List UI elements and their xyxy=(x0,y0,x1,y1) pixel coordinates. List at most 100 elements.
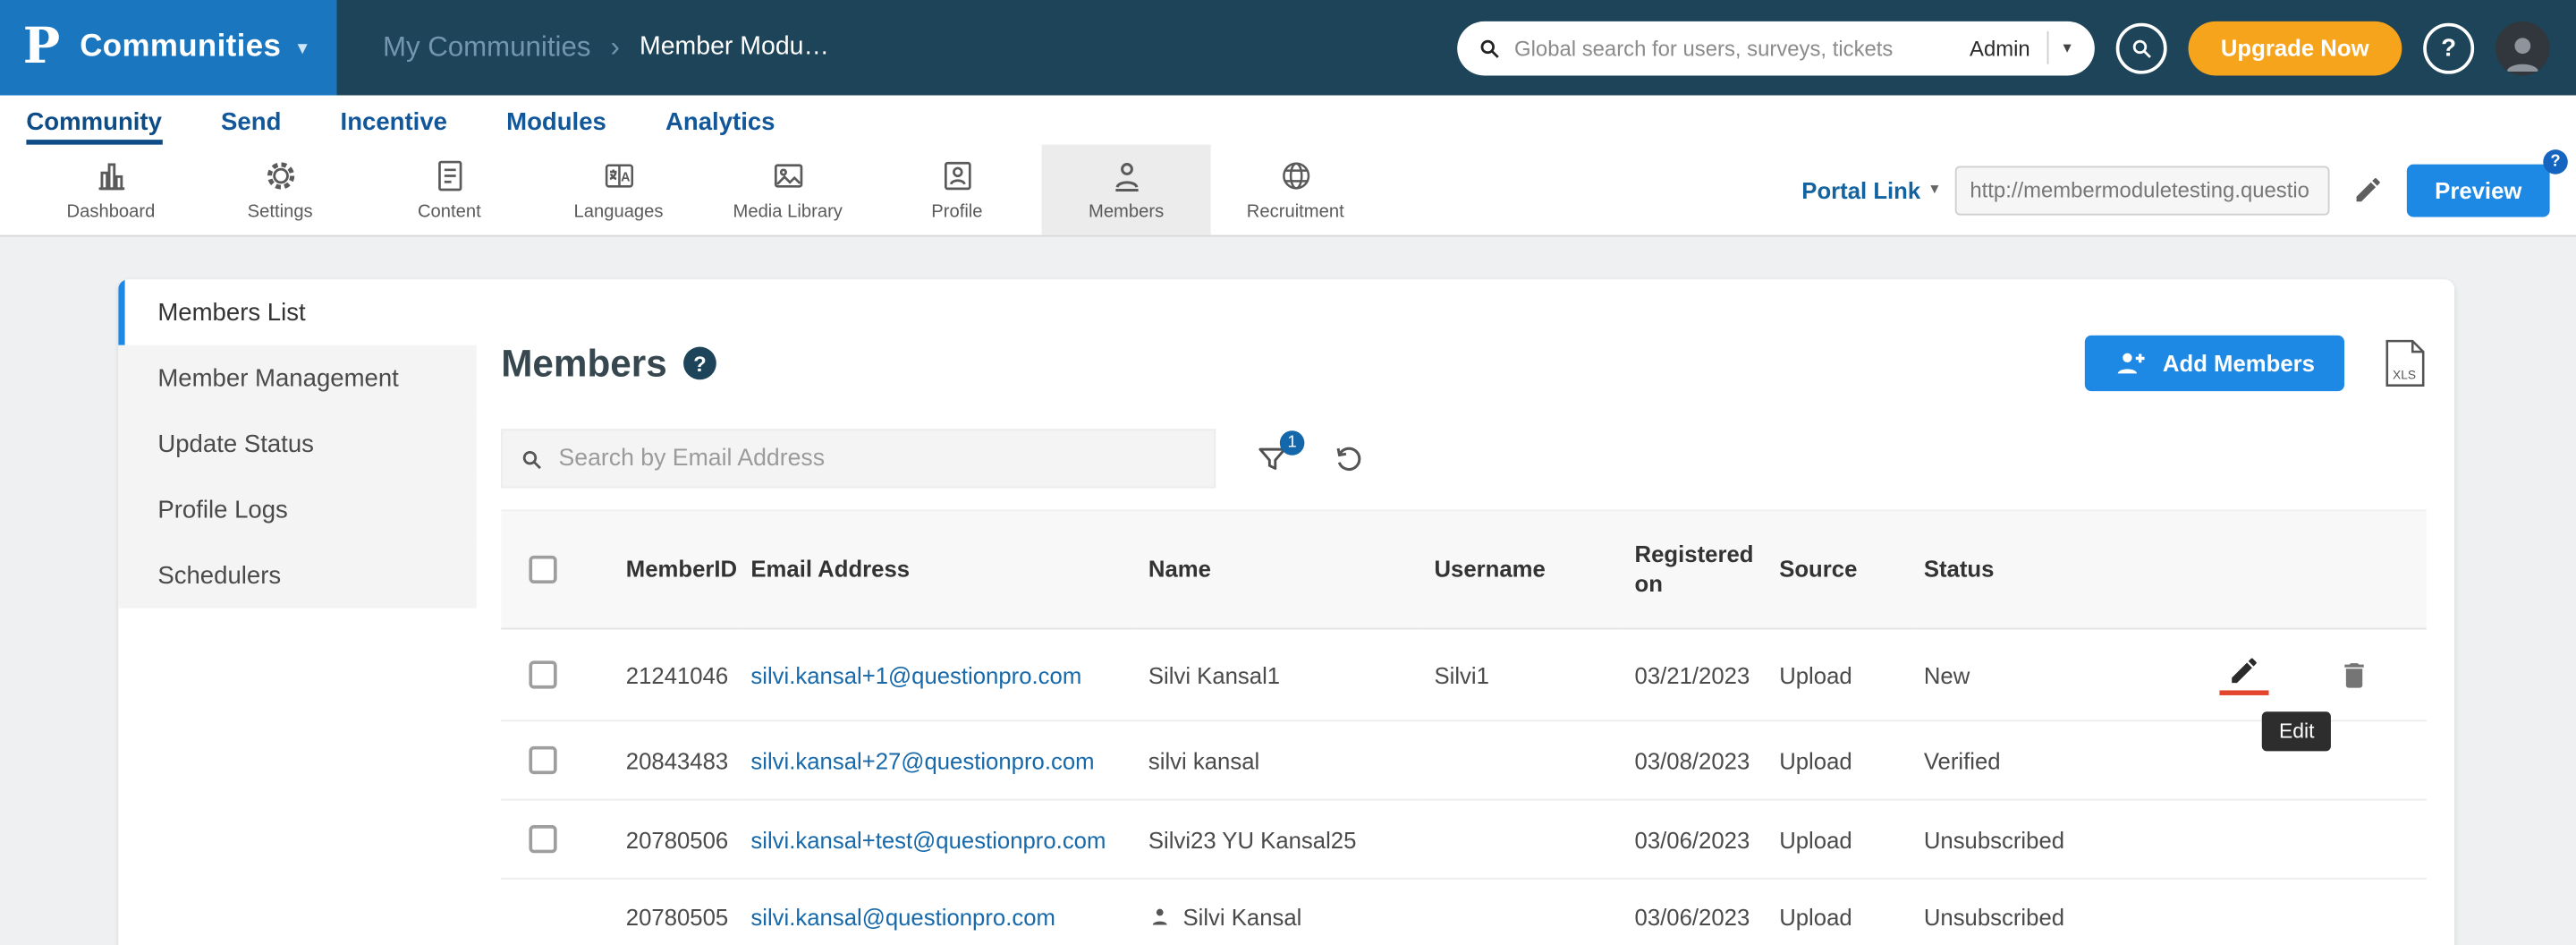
email-link[interactable]: silvi.kansal+1@questionpro.com xyxy=(750,661,1081,687)
member-search-input[interactable] xyxy=(558,446,1197,472)
tab-label: Profile xyxy=(931,202,982,222)
registered-on-cell: 03/06/2023 xyxy=(1622,800,1767,879)
add-members-button[interactable]: Add Members xyxy=(2086,336,2344,391)
column-header-status: Status xyxy=(1911,510,2097,628)
search-scope-selector[interactable]: Admin xyxy=(1963,35,2046,60)
tab-label: Recruitment xyxy=(1247,202,1344,222)
person-icon xyxy=(1108,158,1144,193)
sidebar-item-profile-logs[interactable]: Profile Logs xyxy=(118,477,476,542)
source-cell: Upload xyxy=(1766,800,1911,879)
bar-chart-icon xyxy=(93,158,129,193)
table-header-row: MemberID Email Address Name Username Reg… xyxy=(501,510,2427,628)
email-link[interactable]: silvi.kansal+27@questionpro.com xyxy=(750,747,1094,773)
refresh-button[interactable] xyxy=(1333,442,1366,475)
trash-icon xyxy=(2338,659,2371,692)
product-name: Communities xyxy=(80,30,281,65)
tab-profile[interactable]: Profile xyxy=(872,145,1041,235)
row-checkbox[interactable] xyxy=(529,746,556,774)
tab-media-library[interactable]: Media Library xyxy=(703,145,872,235)
preview-button[interactable]: Preview xyxy=(2407,164,2550,217)
module-tab-bar: Dashboard Settings Content A Languages M… xyxy=(0,145,2576,237)
table-row: 20780505 silvi.kansal@questionpro.com Si… xyxy=(501,879,2427,945)
chevron-down-icon[interactable]: ▾ xyxy=(2048,38,2078,56)
tab-content[interactable]: Content xyxy=(365,145,534,235)
email-link[interactable]: silvi.kansal+test@questionpro.com xyxy=(750,826,1106,852)
column-header-registered-on: Registered on xyxy=(1622,510,1767,628)
name-cell: Silvi Kansal xyxy=(1148,904,1408,930)
upgrade-now-button[interactable]: Upgrade Now xyxy=(2188,21,2402,75)
tab-members[interactable]: Members xyxy=(1041,145,1210,235)
xls-file-icon: XLS xyxy=(2384,338,2427,387)
status-cell: New xyxy=(1911,629,2097,721)
portal-url-input[interactable] xyxy=(1955,166,2330,215)
nav-item-analytics[interactable]: Analytics xyxy=(665,108,775,144)
members-help-button[interactable]: ? xyxy=(683,347,716,380)
refresh-icon xyxy=(1333,442,1366,475)
tab-recruitment[interactable]: Recruitment xyxy=(1211,145,1380,235)
actions-cell: Edit xyxy=(2098,629,2427,721)
email-link[interactable]: silvi.kansal@questionpro.com xyxy=(750,904,1055,930)
member-id-cell: 21241046 xyxy=(613,629,738,721)
tab-dashboard[interactable]: Dashboard xyxy=(26,145,195,235)
status-cell: Verified xyxy=(1911,720,2097,799)
source-cell: Upload xyxy=(1766,879,1911,945)
sidebar-item-member-management[interactable]: Member Management xyxy=(118,345,476,411)
delete-member-button[interactable] xyxy=(2338,659,2371,692)
primary-nav: Community Send Incentive Modules Analyti… xyxy=(0,96,2576,145)
person-icon xyxy=(2499,27,2546,74)
status-cell: Unsubscribed xyxy=(1911,800,2097,879)
sidebar-item-update-status[interactable]: Update Status xyxy=(118,411,476,476)
member-id-cell: 20780506 xyxy=(613,800,738,879)
chevron-down-icon: ▾ xyxy=(1930,181,1938,199)
export-xls-button[interactable]: XLS xyxy=(2384,338,2427,387)
breadcrumb: My Communities › Member Modu… xyxy=(383,31,829,64)
search-button[interactable] xyxy=(2115,22,2166,73)
username-cell xyxy=(1421,720,1622,799)
product-switcher[interactable]: P Communities ▾ xyxy=(0,0,337,96)
pencil-icon xyxy=(2352,175,2384,206)
select-all-checkbox[interactable] xyxy=(529,556,556,583)
member-search xyxy=(501,429,1216,488)
help-button[interactable]: ? xyxy=(2423,22,2474,73)
filter-button[interactable]: 1 xyxy=(1255,441,1290,476)
panel-header: Members ? Add Members XLS xyxy=(501,336,2427,391)
member-id-cell: 20843483 xyxy=(613,720,738,799)
avatar[interactable] xyxy=(2496,21,2550,75)
column-header-name: Name xyxy=(1135,510,1421,628)
row-checkbox[interactable] xyxy=(529,660,556,688)
page-content: Members List Member Management Update St… xyxy=(0,236,2576,945)
document-icon xyxy=(431,158,467,193)
global-search-input[interactable] xyxy=(1501,35,1962,60)
table-controls: 1 xyxy=(501,429,2427,488)
tab-settings[interactable]: Settings xyxy=(196,145,365,235)
breadcrumb-parent[interactable]: My Communities xyxy=(383,31,591,64)
search-icon xyxy=(1477,35,1502,60)
source-cell: Upload xyxy=(1766,720,1911,799)
add-person-icon xyxy=(2115,347,2148,380)
members-panel: Members ? Add Members XLS xyxy=(477,279,2454,945)
add-members-label: Add Members xyxy=(2163,350,2315,376)
portal-link-dropdown[interactable]: Portal Link ▾ xyxy=(1801,176,1938,202)
source-cell: Upload xyxy=(1766,629,1911,721)
tab-languages[interactable]: A Languages xyxy=(534,145,703,235)
breadcrumb-separator-icon: › xyxy=(611,31,620,64)
gear-icon xyxy=(262,158,298,193)
nav-item-incentive[interactable]: Incentive xyxy=(341,108,447,144)
member-id-cell: 20780505 xyxy=(613,879,738,945)
edit-portal-url-button[interactable] xyxy=(2346,175,2391,206)
filter-count-badge: 1 xyxy=(1280,430,1305,455)
row-checkbox[interactable] xyxy=(529,825,556,853)
preview-help-button[interactable]: ? xyxy=(2543,149,2568,174)
nav-item-community[interactable]: Community xyxy=(26,108,162,144)
topbar-actions: Admin ▾ Upgrade Now ? xyxy=(1457,21,2576,75)
sidebar-item-schedulers[interactable]: Schedulers xyxy=(118,542,476,608)
nav-item-modules[interactable]: Modules xyxy=(506,108,606,144)
nav-item-send[interactable]: Send xyxy=(221,108,281,144)
sidebar-item-members-list[interactable]: Members List xyxy=(118,279,476,345)
name-cell: Silvi Kansal1 xyxy=(1135,629,1421,721)
portal-link-label: Portal Link xyxy=(1801,176,1920,202)
svg-text:A: A xyxy=(620,171,629,185)
app-window: P Communities ▾ My Communities › Member … xyxy=(0,0,2576,945)
members-sidebar: Members List Member Management Update St… xyxy=(118,279,476,945)
edit-member-button[interactable] xyxy=(2219,654,2268,695)
